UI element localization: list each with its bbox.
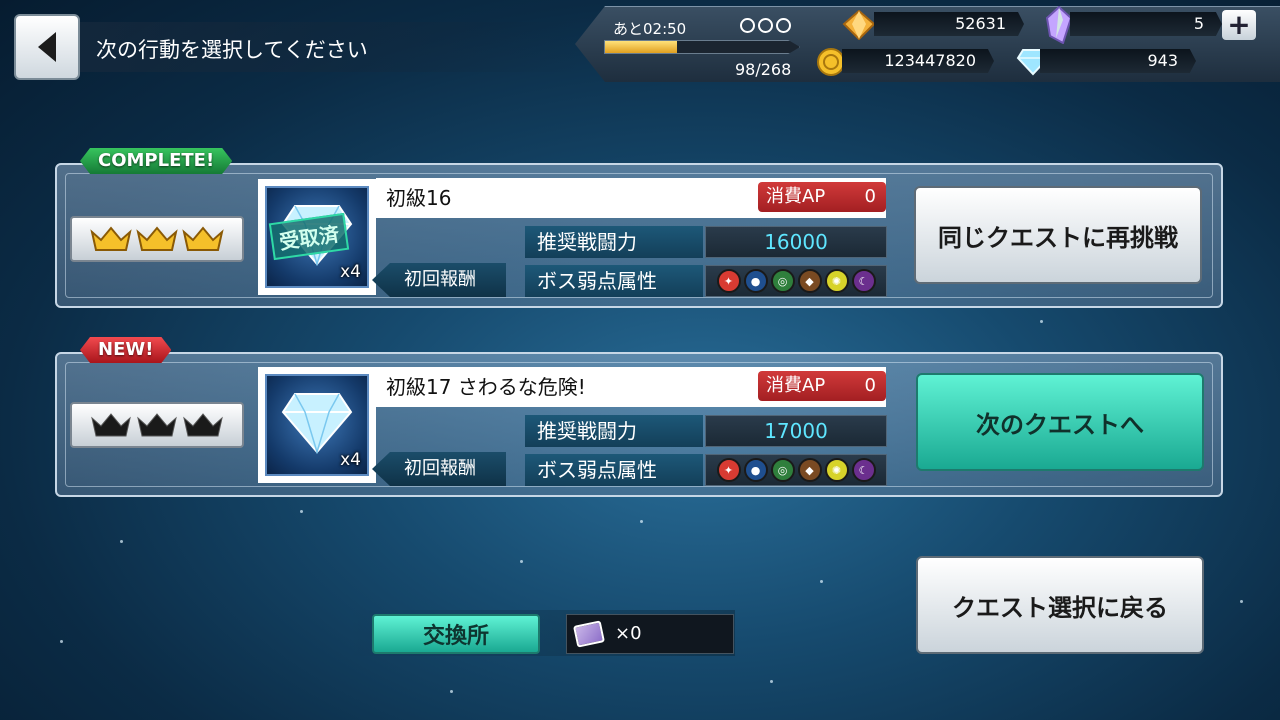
- gold-crown-icon: [90, 226, 132, 251]
- diamond-reward-icon: [281, 393, 353, 454]
- exchange-button[interactable]: 交換所: [372, 614, 540, 654]
- reward-item-1[interactable]: 受取済 x4: [258, 179, 376, 295]
- recommended-power-value: 16000: [705, 226, 887, 258]
- boss-weakness-elements: ✦ ● ◎ ◆ ✺ ☾: [705, 265, 887, 297]
- ap-cost-value: 0: [864, 186, 876, 207]
- page-title: 次の行動を選択してください: [96, 38, 368, 62]
- ticket-count-value: ×0: [615, 623, 642, 644]
- wind-icon: ◎: [770, 458, 795, 482]
- ap-timer: あと02:50: [613, 20, 687, 38]
- black-crown-icon: [183, 413, 223, 437]
- back-arrow-icon: [38, 32, 56, 62]
- ap-cost-label: 消費AP: [766, 186, 826, 207]
- crystal-count: 5: [1070, 12, 1222, 36]
- ticket-icon: [573, 620, 605, 648]
- orange-gem-count: 52631: [874, 12, 1024, 36]
- boss-weakness-elements: ✦ ● ◎ ◆ ✺ ☾: [705, 454, 887, 486]
- fire-icon: ✦: [716, 269, 741, 293]
- crown-rating-2: [70, 402, 244, 448]
- recommended-power-value: 17000: [705, 415, 887, 447]
- water-icon: ●: [743, 458, 768, 482]
- ap-count: 98/268: [735, 60, 792, 79]
- wind-icon: ◎: [770, 269, 795, 293]
- crown-rating-1: [70, 216, 244, 262]
- first-reward-label: 初回報酬: [372, 452, 506, 486]
- gold-coin-icon: [817, 48, 845, 76]
- boss-weakness-label: ボス弱点属性: [525, 454, 703, 486]
- light-icon: ✺: [824, 269, 849, 293]
- back-button[interactable]: [14, 14, 80, 80]
- first-reward-label: 初回報酬: [372, 263, 506, 297]
- add-crystal-button[interactable]: +: [1222, 10, 1256, 40]
- ap-bar: [604, 40, 800, 54]
- complete-ribbon: COMPLETE!: [80, 148, 232, 174]
- recommended-power-label: 推奨戦闘力: [525, 415, 703, 447]
- reward-item-2[interactable]: x4: [258, 367, 376, 483]
- water-icon: ●: [743, 269, 768, 293]
- diamond-count: 943: [1040, 49, 1196, 73]
- ap-charge-icons: [740, 18, 791, 33]
- recommended-power-label: 推奨戦闘力: [525, 226, 703, 258]
- earth-icon: ◆: [797, 458, 822, 482]
- light-icon: ✺: [824, 458, 849, 482]
- gold-count: 123447820: [842, 49, 994, 73]
- reward-quantity: x4: [340, 262, 361, 282]
- new-ribbon: NEW!: [80, 337, 171, 363]
- reward-quantity: x4: [340, 450, 361, 470]
- crystal-icon: [1045, 6, 1073, 44]
- boss-weakness-label: ボス弱点属性: [525, 265, 703, 297]
- black-crown-icon: [91, 413, 131, 437]
- fire-icon: ✦: [716, 458, 741, 482]
- plus-icon: +: [1227, 8, 1251, 41]
- dark-icon: ☾: [851, 458, 876, 482]
- ap-cost-badge: 消費AP 0: [758, 182, 886, 212]
- black-crown-icon: [137, 413, 177, 437]
- ap-cost-badge: 消費AP 0: [758, 371, 886, 401]
- ap-cost-value: 0: [864, 375, 876, 396]
- exchange-ticket-count: ×0: [566, 614, 734, 654]
- dark-icon: ☾: [851, 269, 876, 293]
- retry-quest-button[interactable]: 同じクエストに再挑戦: [914, 186, 1202, 284]
- orange-gem-icon: [842, 10, 876, 40]
- back-to-quest-select-button[interactable]: クエスト選択に戻る: [916, 556, 1204, 654]
- gold-crown-icon: [182, 226, 224, 251]
- earth-icon: ◆: [797, 269, 822, 293]
- gold-crown-icon: [136, 226, 178, 251]
- ap-cost-label: 消費AP: [766, 375, 826, 396]
- next-quest-button[interactable]: 次のクエストへ: [916, 373, 1204, 471]
